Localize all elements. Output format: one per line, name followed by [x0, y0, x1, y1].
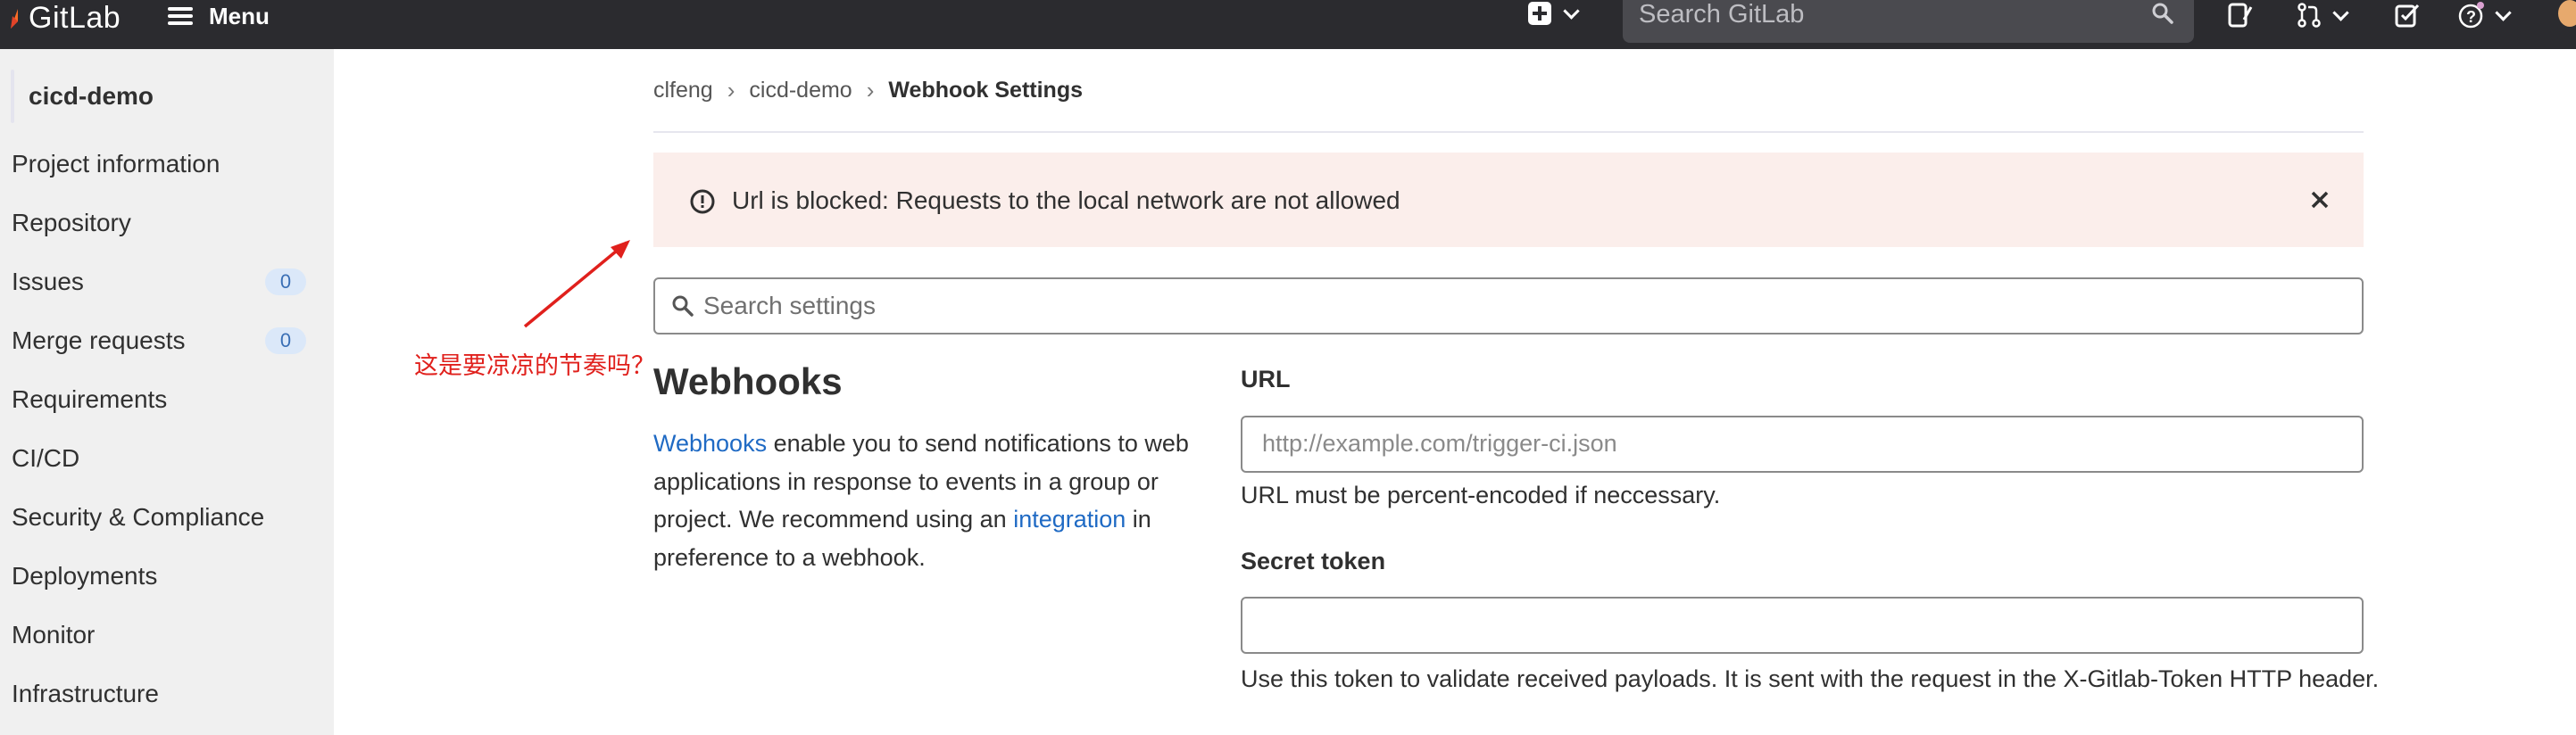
issues-shortcut[interactable] [2226, 0, 2253, 30]
url-field[interactable]: http://example.com/trigger-ci.json [1241, 416, 2364, 473]
close-icon[interactable] [2306, 186, 2333, 213]
sidebar-item-requirements[interactable]: Requirements [12, 380, 306, 419]
sidebar-item-label: Monitor [12, 621, 96, 648]
breadcrumb-current[interactable]: Webhook Settings [888, 78, 1083, 103]
sidebar-project-name: cicd-demo [29, 82, 154, 110]
merge-requests-shortcut[interactable] [2296, 0, 2349, 30]
breadcrumb-link-namespace[interactable]: clfeng [653, 78, 713, 103]
sidebar-item-label: CI/CD [12, 444, 80, 472]
search-icon [2152, 3, 2173, 24]
integration-link[interactable]: integration [1013, 506, 1126, 533]
sidebar-item-ci-cd[interactable]: CI/CD [12, 439, 306, 478]
project-sidebar: cicd-demo Project information Repository… [0, 49, 334, 735]
sidebar-item-repository[interactable]: Repository [12, 203, 306, 243]
chevron-right-icon: › [866, 77, 875, 103]
breadcrumb: clfeng › cicd-demo › Webhook Settings [653, 77, 1083, 104]
new-dropdown-button[interactable] [1528, 2, 1580, 25]
error-icon [690, 189, 715, 214]
sidebar-item-label: Security & Compliance [12, 503, 265, 531]
hamburger-icon [168, 7, 193, 25]
sidebar-item-issues[interactable]: Issues 0 [12, 262, 306, 301]
chevron-down-icon [1563, 2, 1580, 20]
section-description: Webhooks enable you to send notification… [653, 425, 1189, 576]
menu-button[interactable]: Menu [168, 0, 270, 32]
top-navbar: GitLab Menu Search GitLab ? [0, 0, 2576, 49]
merge-request-icon [2298, 3, 2321, 28]
section-title: Webhooks [653, 360, 843, 402]
gitlab-logo[interactable]: GitLab [0, 0, 120, 36]
webhooks-docs-link[interactable]: Webhooks [653, 430, 767, 457]
error-alert: Url is blocked: Requests to the local ne… [653, 153, 2364, 247]
todos-shortcut[interactable] [2394, 0, 2421, 30]
url-label: URL [1241, 366, 1291, 392]
todo-icon [2395, 4, 2420, 28]
sidebar-item-label: Issues [12, 268, 84, 295]
sidebar-item-label: Requirements [12, 385, 168, 413]
project-avatar [11, 70, 14, 123]
url-help-text: URL must be percent-encoded if neccessar… [1241, 482, 1721, 508]
user-avatar[interactable] [2558, 0, 2576, 27]
sidebar-item-project-information[interactable]: Project information [12, 145, 306, 184]
help-dropdown[interactable]: ? [2458, 0, 2512, 30]
sidebar-item-monitor[interactable]: Monitor [12, 615, 306, 655]
secret-token-field[interactable] [1241, 597, 2364, 654]
help-icon: ? [2458, 2, 2484, 29]
count-badge: 0 [265, 268, 306, 295]
search-placeholder: Search GitLab [1639, 0, 1805, 29]
annotation-arrow-icon [523, 240, 630, 328]
annotation-text: 这是要凉凉的节奏吗？ [414, 352, 655, 380]
header-divider [653, 131, 2364, 133]
sidebar-item-label: Project information [12, 150, 220, 178]
plus-square-icon [1528, 2, 1551, 25]
issues-icon [2228, 3, 2253, 28]
chevron-down-icon [2332, 4, 2349, 21]
settings-search-placeholder: Search settings [703, 292, 876, 319]
global-search-input[interactable]: Search GitLab [1623, 0, 2194, 43]
secret-token-help-text: Use this token to validate received payl… [1241, 665, 2380, 692]
sidebar-item-label: Deployments [12, 562, 158, 590]
alert-message: Url is blocked: Requests to the local ne… [732, 186, 1400, 214]
sidebar-item-infrastructure[interactable]: Infrastructure [12, 674, 306, 714]
settings-search-input[interactable]: Search settings [653, 277, 2364, 334]
sidebar-item-label: Repository [12, 209, 131, 236]
sidebar-item-merge-requests[interactable]: Merge requests 0 [12, 321, 306, 360]
chevron-right-icon: › [727, 77, 735, 103]
svg-text:?: ? [2466, 8, 2476, 26]
search-icon [672, 295, 694, 317]
sidebar-project-header[interactable]: cicd-demo [11, 67, 154, 126]
chevron-down-icon [2495, 4, 2512, 21]
url-placeholder: http://example.com/trigger-ci.json [1262, 430, 1617, 457]
tanuki-icon [11, 9, 18, 29]
sidebar-item-label: Merge requests [12, 326, 186, 354]
secret-token-label: Secret token [1241, 548, 1386, 574]
breadcrumb-link-project[interactable]: cicd-demo [749, 78, 852, 103]
sidebar-item-label: Infrastructure [12, 680, 159, 707]
menu-label: Menu [209, 2, 270, 29]
sidebar-item-security-compliance[interactable]: Security & Compliance [12, 498, 306, 537]
brand-name: GitLab [29, 0, 121, 35]
sidebar-item-deployments[interactable]: Deployments [12, 557, 306, 596]
count-badge: 0 [265, 327, 306, 354]
